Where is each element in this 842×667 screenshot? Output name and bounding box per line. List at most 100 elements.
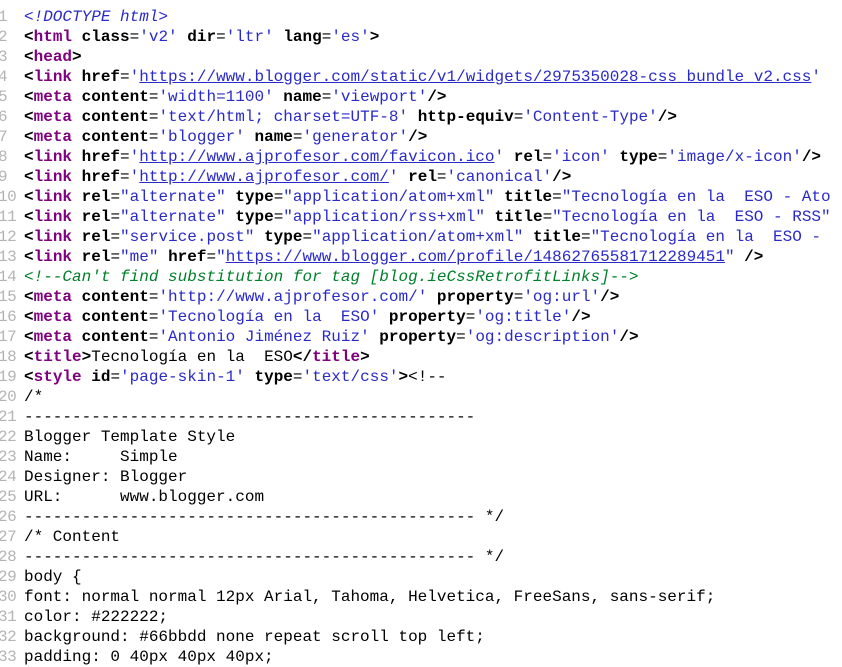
attribute-name: property [379,328,457,346]
equals-sign: = [148,128,159,146]
attribute-name: lang [283,28,322,46]
code-text: <link rel="alternate" type="application/… [24,187,831,207]
css-text: URL: www.blogger.com [24,488,265,506]
equals-sign: = [513,288,524,306]
quote: ' [129,148,140,166]
attribute-name: name [254,128,293,146]
attribute-value: "alternate" [120,208,226,226]
code-line: 29 body { [0,567,842,587]
code-line: 19 <style id='page-skin-1' type='text/css… [0,367,842,387]
css-text: Blogger Template Style [24,428,236,446]
line-number: 19 [0,368,17,386]
tag-bracket: < [24,48,34,66]
code-line: 13 <link rel="me" href="https://www.blogg… [0,247,842,267]
css-text: ----------------------------------------… [24,408,476,426]
url-link[interactable]: http://www.ajprofesor.com/favicon.ico [139,148,494,166]
line-number: 1 [0,8,8,26]
code-line: 6 <meta content='text/html; charset=UTF-8… [0,107,842,127]
attribute-name: href [81,68,121,86]
code-text: Name: Simple [24,447,178,467]
attribute-value: 'canonical' [446,168,553,186]
code-line: 20 /* [0,387,842,407]
css-text: font: normal normal 12px Arial, Tahoma, … [24,588,716,606]
line-number: 33 [0,648,17,666]
tag-bracket: < [24,168,34,186]
attribute-value: 'og:title' [475,308,572,326]
code-text: ----------------------------------------… [24,407,475,427]
attribute-value: 'og:url' [523,288,601,306]
equals-sign: = [120,168,130,186]
quote: " [724,248,735,266]
code-text: ----------------------------------------… [24,507,504,527]
attribute-value: "me" [120,248,159,266]
equals-sign: = [542,148,553,166]
code-line: 10 <link rel="alternate" type="applicatio… [0,187,842,207]
code-text: body { [24,567,82,587]
code-text: <link href='http://www.ajprofesor.com/' … [24,167,571,187]
tag-bracket: > [81,348,92,366]
code-line: 14 <!--Can't find substitution for tag [b… [0,267,842,287]
line-number: 29 [0,568,17,586]
line-number: 18 [0,348,17,366]
tag-bracket: < [24,248,34,266]
code-text: /* Content [24,527,120,547]
attribute-name: rel [81,248,111,266]
tag-bracket: < [24,108,34,126]
equals-sign: = [321,88,332,106]
attribute-value: 'Content-Type' [523,108,658,126]
tag-bracket: < [24,68,34,86]
attribute-value: 'text/html; charset=UTF-8' [158,108,409,126]
attribute-value: 'Antonio Jiménez Ruiz' [158,328,370,346]
attribute-value: "Tecnología en la ESO - [590,228,831,246]
tag-bracket: < [24,208,34,226]
line-number: 11 [0,208,17,226]
tag-bracket: < [24,288,34,306]
equals-sign: = [110,248,121,266]
attribute-value: 'width=1100' [158,88,274,106]
css-text: Designer: Blogger [24,468,188,486]
attribute-value: 'v2' [139,28,178,46]
code-line: 32 background: #66bbdd none repeat scroll… [0,627,842,647]
css-text: ----------------------------------------… [24,508,505,526]
url-link[interactable]: http://www.ajprofesor.com/ [139,168,389,186]
tag-name: meta [33,288,73,306]
code-line: 5 <meta content='width=1100' name='viewpo… [0,87,842,107]
code-text: <link rel="me" href="https://www.blogger… [24,247,763,267]
code-line: 22 Blogger Template Style [0,427,842,447]
equals-sign: = [120,148,130,166]
code-line: 9 <link href='http://www.ajprofesor.com/'… [0,167,842,187]
attribute-value: "Tecnología en la ESO - RSS" [552,208,831,226]
css-text: /* Content [24,528,121,546]
attribute-name: dir [187,28,217,46]
attribute-name: rel [81,228,111,246]
attribute-name: title [532,228,581,246]
code-line: 25 URL: www.blogger.com [0,487,842,507]
code-text: /* [24,387,43,407]
equals-sign: = [148,288,159,306]
line-number: 21 [0,408,17,426]
tag-name: link [33,188,73,206]
line-number: 28 [0,548,17,566]
code-line: 18 <title>Tecnología en la ESO</title> [0,347,842,367]
url-link[interactable]: https://www.blogger.com/profile/14862765… [226,248,725,266]
tag-name: link [33,228,73,246]
line-number: 9 [0,168,8,186]
attribute-value: 'page-skin-1' [120,368,245,386]
attribute-name: id [91,368,111,386]
equals-sign: = [273,188,284,206]
code-line: 3 <head> [0,47,842,67]
attribute-value: 'text/css' [302,368,399,386]
equals-sign: = [552,188,562,206]
tag-bracket: < [24,128,34,146]
equals-sign: = [465,308,476,326]
code-line: 33 padding: 0 40px 40px 40px; [0,647,842,667]
tag-name: title [33,348,82,366]
tag-bracket: < [24,228,34,246]
attribute-name: rel [408,168,437,186]
tag-bracket: /> [657,108,677,126]
equals-sign: = [110,188,121,206]
tag-bracket: /> [427,88,447,106]
url-link[interactable]: https://www.blogger.com/static/v1/widget… [139,68,811,86]
tag-bracket: /> [571,308,591,326]
tag-bracket: < [24,148,34,166]
